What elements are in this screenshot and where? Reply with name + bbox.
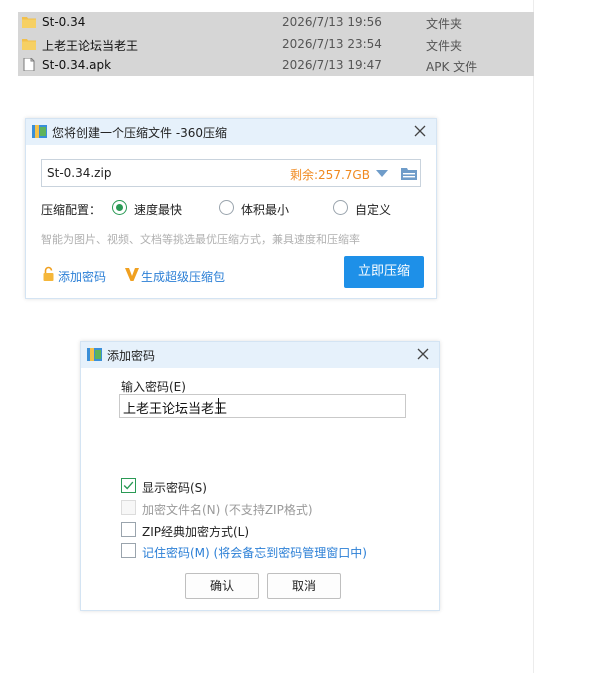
file-type: 文件夹 bbox=[426, 39, 463, 53]
add-password-dialog: 添加密码 输入密码(E) 上老王论坛当老王 显示密码(S) 加密文件名(N) (… bbox=[80, 341, 440, 611]
file-row-st-folder[interactable]: St-0.34 2026/7/13 19:56 文件夹 bbox=[18, 12, 534, 32]
add-password-label: 添加密码 bbox=[58, 270, 107, 284]
zip-archive-icon bbox=[32, 125, 47, 138]
radio-circle bbox=[333, 200, 348, 215]
file-list: St-0.34 2026/7/13 19:56 文件夹 上老王论坛当老王 202… bbox=[18, 12, 534, 76]
text-caret bbox=[218, 398, 219, 414]
checkmark-icon bbox=[123, 481, 134, 490]
window-edge bbox=[533, 0, 534, 673]
file-type: 文件夹 bbox=[426, 17, 463, 31]
free-space-label: 剩余:257.7GB bbox=[290, 168, 370, 182]
password-dialog-titlebar[interactable]: 添加密码 bbox=[81, 342, 439, 368]
password-input[interactable]: 上老王论坛当老王 bbox=[119, 394, 406, 418]
file-name: 上老王论坛当老王 bbox=[42, 39, 139, 53]
radio-label: 自定义 bbox=[355, 203, 392, 217]
checkbox-box bbox=[121, 522, 136, 537]
compress-hint: 智能为图片、视频、文档等挑选最优压缩方式，兼具速度和压缩率 bbox=[41, 233, 360, 246]
compress-dialog-title: 您将创建一个压缩文件 -360压缩 bbox=[52, 126, 228, 140]
checkbox-label: ZIP经典加密方式(L) bbox=[142, 525, 250, 539]
file-row-laowang-folder[interactable]: 上老王论坛当老王 2026/7/13 23:54 文件夹 bbox=[18, 34, 534, 54]
file-icon bbox=[23, 58, 35, 71]
folder-icon bbox=[22, 39, 36, 50]
file-row-apk[interactable]: St-0.34.apk 2026/7/13 19:47 APK 文件 bbox=[18, 55, 534, 75]
password-value: 上老王论坛当老王 bbox=[123, 402, 228, 417]
browse-folder-icon[interactable] bbox=[401, 166, 417, 181]
file-name: St-0.34.apk bbox=[42, 58, 112, 72]
checkbox-label: 记住密码(M) (将会备忘到密码管理窗口中) bbox=[142, 546, 367, 560]
radio-circle bbox=[112, 200, 127, 215]
file-date: 2026/7/13 19:56 bbox=[282, 15, 382, 29]
cancel-button[interactable]: 取消 bbox=[267, 573, 341, 599]
compress-dialog: 您将创建一个压缩文件 -360压缩 St-0.34.zip 剩余:257.7GB… bbox=[25, 118, 437, 299]
file-date: 2026/7/13 23:54 bbox=[282, 37, 382, 51]
compress-config-label: 压缩配置： bbox=[41, 203, 102, 217]
file-name: St-0.34 bbox=[42, 15, 86, 29]
radio-circle bbox=[219, 200, 234, 215]
close-icon[interactable] bbox=[415, 346, 431, 362]
lock-icon bbox=[43, 266, 54, 281]
checkbox-box bbox=[121, 500, 136, 515]
dropdown-arrow-icon[interactable] bbox=[376, 169, 388, 179]
file-type: APK 文件 bbox=[426, 60, 478, 74]
checkbox-box bbox=[121, 543, 136, 558]
super-package-label: 生成超级压缩包 bbox=[141, 270, 226, 284]
v-badge-icon bbox=[125, 268, 139, 281]
checkbox-box bbox=[121, 478, 136, 493]
radio-label: 速度最快 bbox=[134, 203, 183, 217]
checkbox-label: 显示密码(S) bbox=[142, 481, 207, 495]
archive-path-value: St-0.34.zip bbox=[47, 166, 112, 180]
archive-path-input[interactable]: St-0.34.zip 剩余:257.7GB bbox=[41, 159, 421, 187]
password-input-label: 输入密码(E) bbox=[121, 380, 186, 394]
compress-now-button[interactable]: 立即压缩 bbox=[344, 256, 424, 288]
radio-label: 体积最小 bbox=[241, 203, 290, 217]
password-dialog-title: 添加密码 bbox=[107, 349, 156, 363]
close-icon[interactable] bbox=[412, 123, 428, 139]
checkbox-label: 加密文件名(N) (不支持ZIP格式) bbox=[142, 503, 313, 517]
compress-dialog-titlebar[interactable]: 您将创建一个压缩文件 -360压缩 bbox=[26, 119, 436, 145]
file-date: 2026/7/13 19:47 bbox=[282, 58, 382, 72]
confirm-button[interactable]: 确认 bbox=[185, 573, 259, 599]
folder-icon bbox=[22, 17, 36, 28]
zip-archive-icon bbox=[87, 348, 102, 361]
